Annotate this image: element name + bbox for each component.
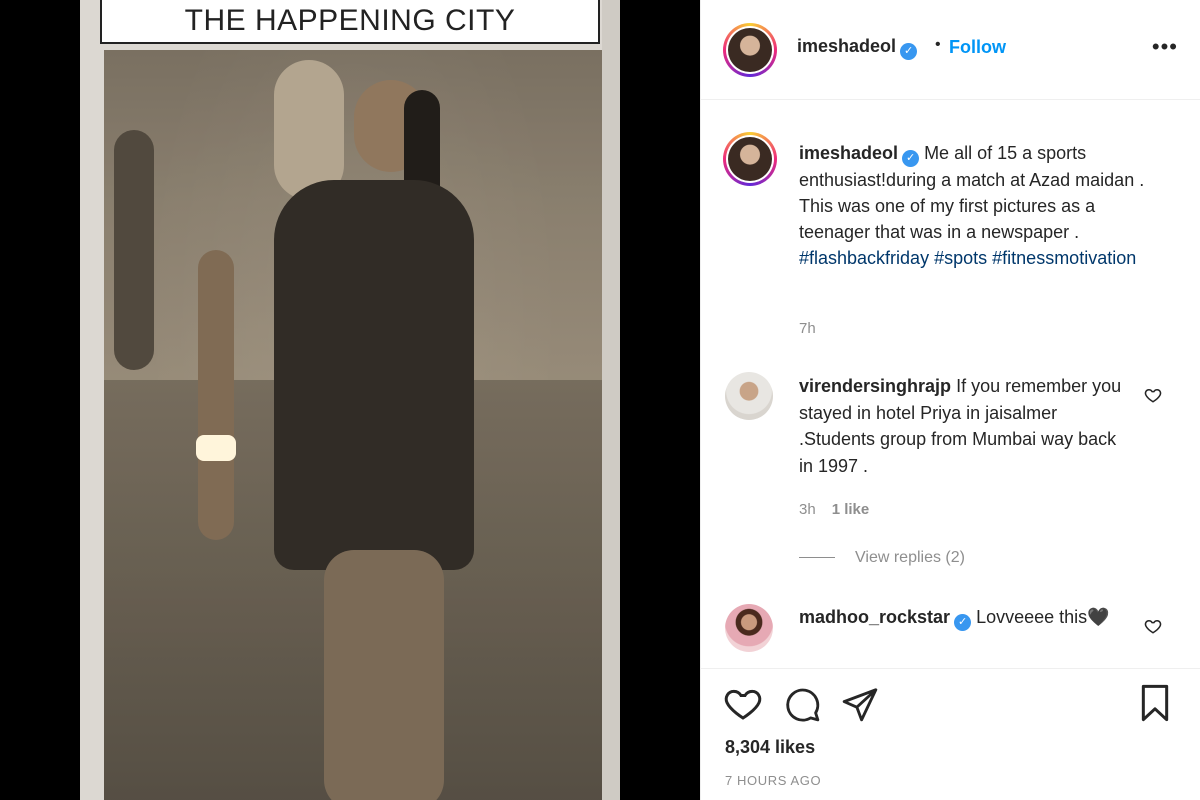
author-avatar-photo <box>728 28 772 72</box>
clipping-edge <box>602 0 620 800</box>
hashtag-link[interactable]: #flashbackfriday <box>799 248 929 268</box>
caption-author-avatar-photo <box>728 137 772 181</box>
comment-like-icon[interactable] <box>1144 617 1162 635</box>
verified-badge-icon: ✓ <box>900 43 918 60</box>
comment-body: madhoo_rockstar ✓ Lovveeee this🖤 <box>799 604 1129 631</box>
caption: imeshadeol ✓ Me all of 15 a sports enthus… <box>799 140 1159 271</box>
background-person <box>114 130 154 370</box>
background-person-2 <box>274 60 344 200</box>
comment-like-count[interactable]: 1 like <box>832 501 870 518</box>
view-replies-button[interactable]: View replies (2) <box>799 549 965 567</box>
post-photo-pane[interactable]: THE HAPPENING CITY <box>0 0 700 800</box>
caption-timestamp[interactable]: 7h <box>799 320 816 337</box>
more-options-icon[interactable]: ••• <box>1152 34 1178 60</box>
bookmark-icon[interactable] <box>1135 683 1175 723</box>
hashtag-link[interactable]: #spots <box>934 248 987 268</box>
author-username[interactable]: imeshadeol <box>797 36 896 56</box>
caption-author-avatar[interactable] <box>723 132 777 186</box>
view-replies-label[interactable]: View replies (2) <box>855 549 965 566</box>
comments-list[interactable]: imeshadeol ✓ Me all of 15 a sports enthus… <box>701 100 1200 670</box>
player-wristband <box>196 435 236 461</box>
player-arm <box>198 250 234 540</box>
comment-meta: 3h 1 like <box>799 501 869 518</box>
comment-icon[interactable] <box>783 685 821 723</box>
clipping-header-text: THE HAPPENING CITY <box>184 4 516 37</box>
clipping-header: THE HAPPENING CITY <box>100 0 600 44</box>
comment-username[interactable]: madhoo_rockstar <box>799 607 950 627</box>
follow-button[interactable]: Follow <box>949 37 1006 58</box>
commenter-avatar[interactable] <box>725 604 773 652</box>
post-header: imeshadeol ✓ • Follow ••• <box>701 0 1200 100</box>
author-avatar[interactable] <box>723 23 777 77</box>
player-body <box>274 180 474 570</box>
clipping-photo <box>104 50 602 800</box>
likes-count[interactable]: 8,304 likes <box>725 737 815 758</box>
newspaper-clipping-image: THE HAPPENING CITY <box>80 0 620 800</box>
post-timestamp[interactable]: 7 HOURS AGO <box>725 773 821 788</box>
heart-icon[interactable] <box>723 683 763 723</box>
comment-like-icon[interactable] <box>1144 386 1162 404</box>
player-legs <box>324 550 444 800</box>
replies-divider <box>799 557 835 559</box>
separator-dot: • <box>935 36 941 53</box>
comment-text: Lovveeee this🖤 <box>976 607 1110 627</box>
share-icon[interactable] <box>841 685 879 723</box>
post-side-panel: imeshadeol ✓ • Follow ••• imeshadeol ✓ Me … <box>700 0 1200 800</box>
caption-username[interactable]: imeshadeol <box>799 143 898 163</box>
hashtag-link[interactable]: #fitnessmotivation <box>992 248 1136 268</box>
author-name-row: imeshadeol ✓ <box>797 36 918 60</box>
comment-timestamp[interactable]: 3h <box>799 501 816 518</box>
verified-badge-icon: ✓ <box>954 614 972 631</box>
comment-username[interactable]: virendersinghrajp <box>799 376 951 396</box>
comment-body: virendersinghrajp If you remember you st… <box>799 373 1129 479</box>
post-actions: 8,304 likes 7 HOURS AGO <box>701 668 1200 800</box>
commenter-avatar[interactable] <box>725 372 773 420</box>
verified-badge-icon: ✓ <box>902 150 920 167</box>
